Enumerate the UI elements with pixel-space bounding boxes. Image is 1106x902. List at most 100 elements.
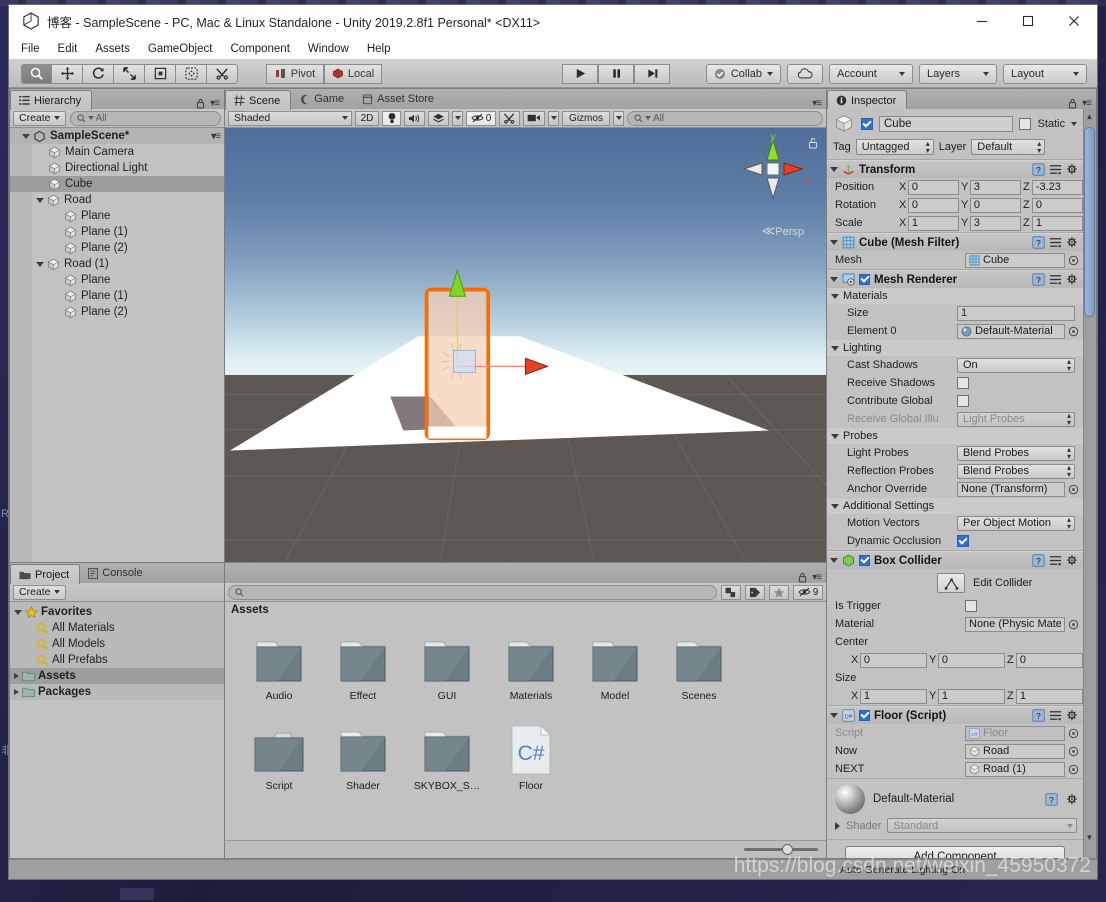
pause-button[interactable]	[598, 63, 634, 84]
property-field-x[interactable]: 0	[859, 652, 927, 668]
project-tree-item[interactable]: All Models	[10, 636, 224, 652]
step-button[interactable]	[634, 63, 670, 84]
lock-icon[interactable]	[798, 572, 807, 583]
property-field-x[interactable]: 0	[907, 179, 959, 195]
chevron-down-icon[interactable]	[831, 433, 839, 439]
asset-item[interactable]: Script	[237, 718, 321, 808]
preset-icon[interactable]	[1049, 163, 1062, 176]
rotate-tool-button[interactable]	[83, 63, 114, 84]
tab-console[interactable]: Console	[80, 563, 152, 583]
project-tree-item[interactable]: All Materials	[10, 620, 224, 636]
chevron-down-icon[interactable]	[22, 133, 30, 139]
hierarchy-create-button[interactable]: Create	[13, 110, 66, 126]
scroll-up-arrow-icon[interactable]: ▲	[1084, 110, 1095, 123]
local-button[interactable]: Local	[324, 63, 382, 84]
taskbar-item[interactable]	[120, 888, 154, 900]
scroll-down-arrow-icon[interactable]: ▼	[1084, 831, 1095, 844]
gear-icon[interactable]	[1066, 709, 1079, 722]
project-tree-item[interactable]: Favorites	[10, 604, 224, 620]
scene-axis-gizmo[interactable]: y	[738, 134, 808, 204]
menu-assets[interactable]: Assets	[95, 41, 140, 57]
menu-file[interactable]: File	[21, 41, 50, 57]
dropdown-field[interactable]: On ▴ ▾	[957, 357, 1075, 373]
play-button[interactable]	[562, 63, 598, 84]
tab-scene[interactable]: Scene	[225, 90, 292, 110]
shader-dropdown[interactable]: Standard	[887, 818, 1077, 833]
asset-item[interactable]: Effect	[321, 628, 405, 718]
add-component-button[interactable]: Add Component	[845, 846, 1065, 858]
menu-help[interactable]: Help	[367, 41, 401, 57]
asset-item[interactable]: SKYBOX_S…	[405, 718, 489, 808]
component-header[interactable]: Cube (Mesh Filter)?	[827, 233, 1083, 251]
panel-menu-icon[interactable]: ▾≡	[812, 98, 822, 109]
scene-visibility-toggle[interactable]: 0	[466, 110, 496, 126]
component-header[interactable]: Box Collider?	[827, 551, 1083, 569]
inspector-section-header[interactable]: Additional Settings	[827, 498, 1083, 514]
help-icon[interactable]: ?	[1045, 792, 1058, 806]
hierarchy-item[interactable]: Plane (1)	[10, 288, 224, 304]
property-field-y[interactable]: 3	[969, 215, 1021, 231]
object-field[interactable]: Default-Material	[957, 323, 1065, 339]
asset-item[interactable]: GUI	[405, 628, 489, 718]
component-header[interactable]: Transform?	[827, 160, 1083, 178]
hierarchy-item[interactable]: Cube	[10, 176, 224, 192]
hand-tool-button[interactable]	[21, 63, 52, 84]
hierarchy-item[interactable]: Directional Light	[10, 160, 224, 176]
minimize-button[interactable]	[959, 5, 1005, 37]
hierarchy-item[interactable]: Plane (2)	[10, 304, 224, 320]
object-picker-icon[interactable]	[1068, 326, 1079, 337]
tab-inspector[interactable]: Inspector	[827, 90, 908, 110]
project-tree-item[interactable]: All Prefabs	[10, 652, 224, 668]
preset-icon[interactable]	[1049, 709, 1062, 722]
preset-icon[interactable]	[1049, 273, 1062, 286]
project-hidden-packages-button[interactable]: 9	[793, 584, 823, 600]
scene-search-input[interactable]: All	[627, 110, 823, 126]
menu-edit[interactable]: Edit	[58, 41, 88, 57]
edit-collider-button[interactable]	[937, 573, 965, 593]
help-icon[interactable]: ?	[1032, 163, 1045, 176]
preset-icon[interactable]	[1049, 236, 1062, 249]
help-icon[interactable]: ?	[1032, 236, 1045, 249]
object-picker-icon[interactable]	[1068, 746, 1079, 757]
inspector-scroll-thumb[interactable]	[1084, 127, 1095, 317]
property-checkbox[interactable]	[957, 377, 969, 389]
asset-item[interactable]: Scenes	[657, 628, 741, 718]
lock-icon[interactable]	[196, 98, 205, 109]
component-header[interactable]: c# Floor (Script)?	[827, 706, 1083, 724]
panel-menu-icon[interactable]: ▾≡	[812, 572, 822, 583]
object-field[interactable]: None (Transform)	[957, 481, 1065, 497]
dropdown-field[interactable]: Blend Probes ▴ ▾	[957, 463, 1075, 479]
menu-gameobject[interactable]: GameObject	[148, 41, 223, 57]
scene-camera-dropdown[interactable]	[548, 110, 559, 126]
pivot-button[interactable]: Pivot	[266, 63, 324, 84]
object-picker-icon[interactable]	[1068, 619, 1079, 630]
gear-icon[interactable]	[1066, 236, 1079, 249]
dropdown-field[interactable]: Light Probes ▴ ▾	[957, 411, 1075, 427]
property-checkbox[interactable]	[957, 535, 969, 547]
scene-lighting-toggle[interactable]	[382, 110, 401, 126]
chevron-right-icon[interactable]	[14, 673, 19, 679]
project-create-button[interactable]: Create	[13, 584, 66, 600]
hierarchy-item[interactable]: Plane	[10, 272, 224, 288]
panel-menu-icon[interactable]: ▾≡	[1082, 98, 1092, 109]
gear-icon[interactable]	[1066, 554, 1079, 567]
asset-item[interactable]: Model	[573, 628, 657, 718]
chevron-down-icon[interactable]	[830, 240, 838, 245]
property-field-z[interactable]: 0	[1015, 652, 1083, 668]
chevron-down-icon[interactable]	[830, 558, 838, 563]
move-tool-button[interactable]	[52, 63, 83, 84]
gameobject-name-input[interactable]: Cube	[879, 116, 1014, 132]
asset-zoom-slider[interactable]	[744, 844, 818, 855]
hierarchy-search-input[interactable]: All	[69, 110, 221, 126]
account-button[interactable]: Account	[829, 63, 913, 84]
dropdown-field[interactable]: Blend Probes ▴ ▾	[957, 445, 1075, 461]
maximize-button[interactable]	[1005, 5, 1051, 37]
asset-item[interactable]: C# Floor	[489, 718, 573, 808]
tab-asset-store[interactable]: Asset Store	[354, 89, 444, 109]
component-enabled-checkbox[interactable]	[859, 710, 870, 721]
hierarchy-item[interactable]: Main Camera	[10, 144, 224, 160]
object-field[interactable]: Cube	[965, 252, 1065, 268]
scene-camera-button[interactable]	[523, 110, 545, 126]
rect-tool-button[interactable]	[145, 63, 176, 84]
chevron-down-icon[interactable]	[831, 345, 839, 351]
